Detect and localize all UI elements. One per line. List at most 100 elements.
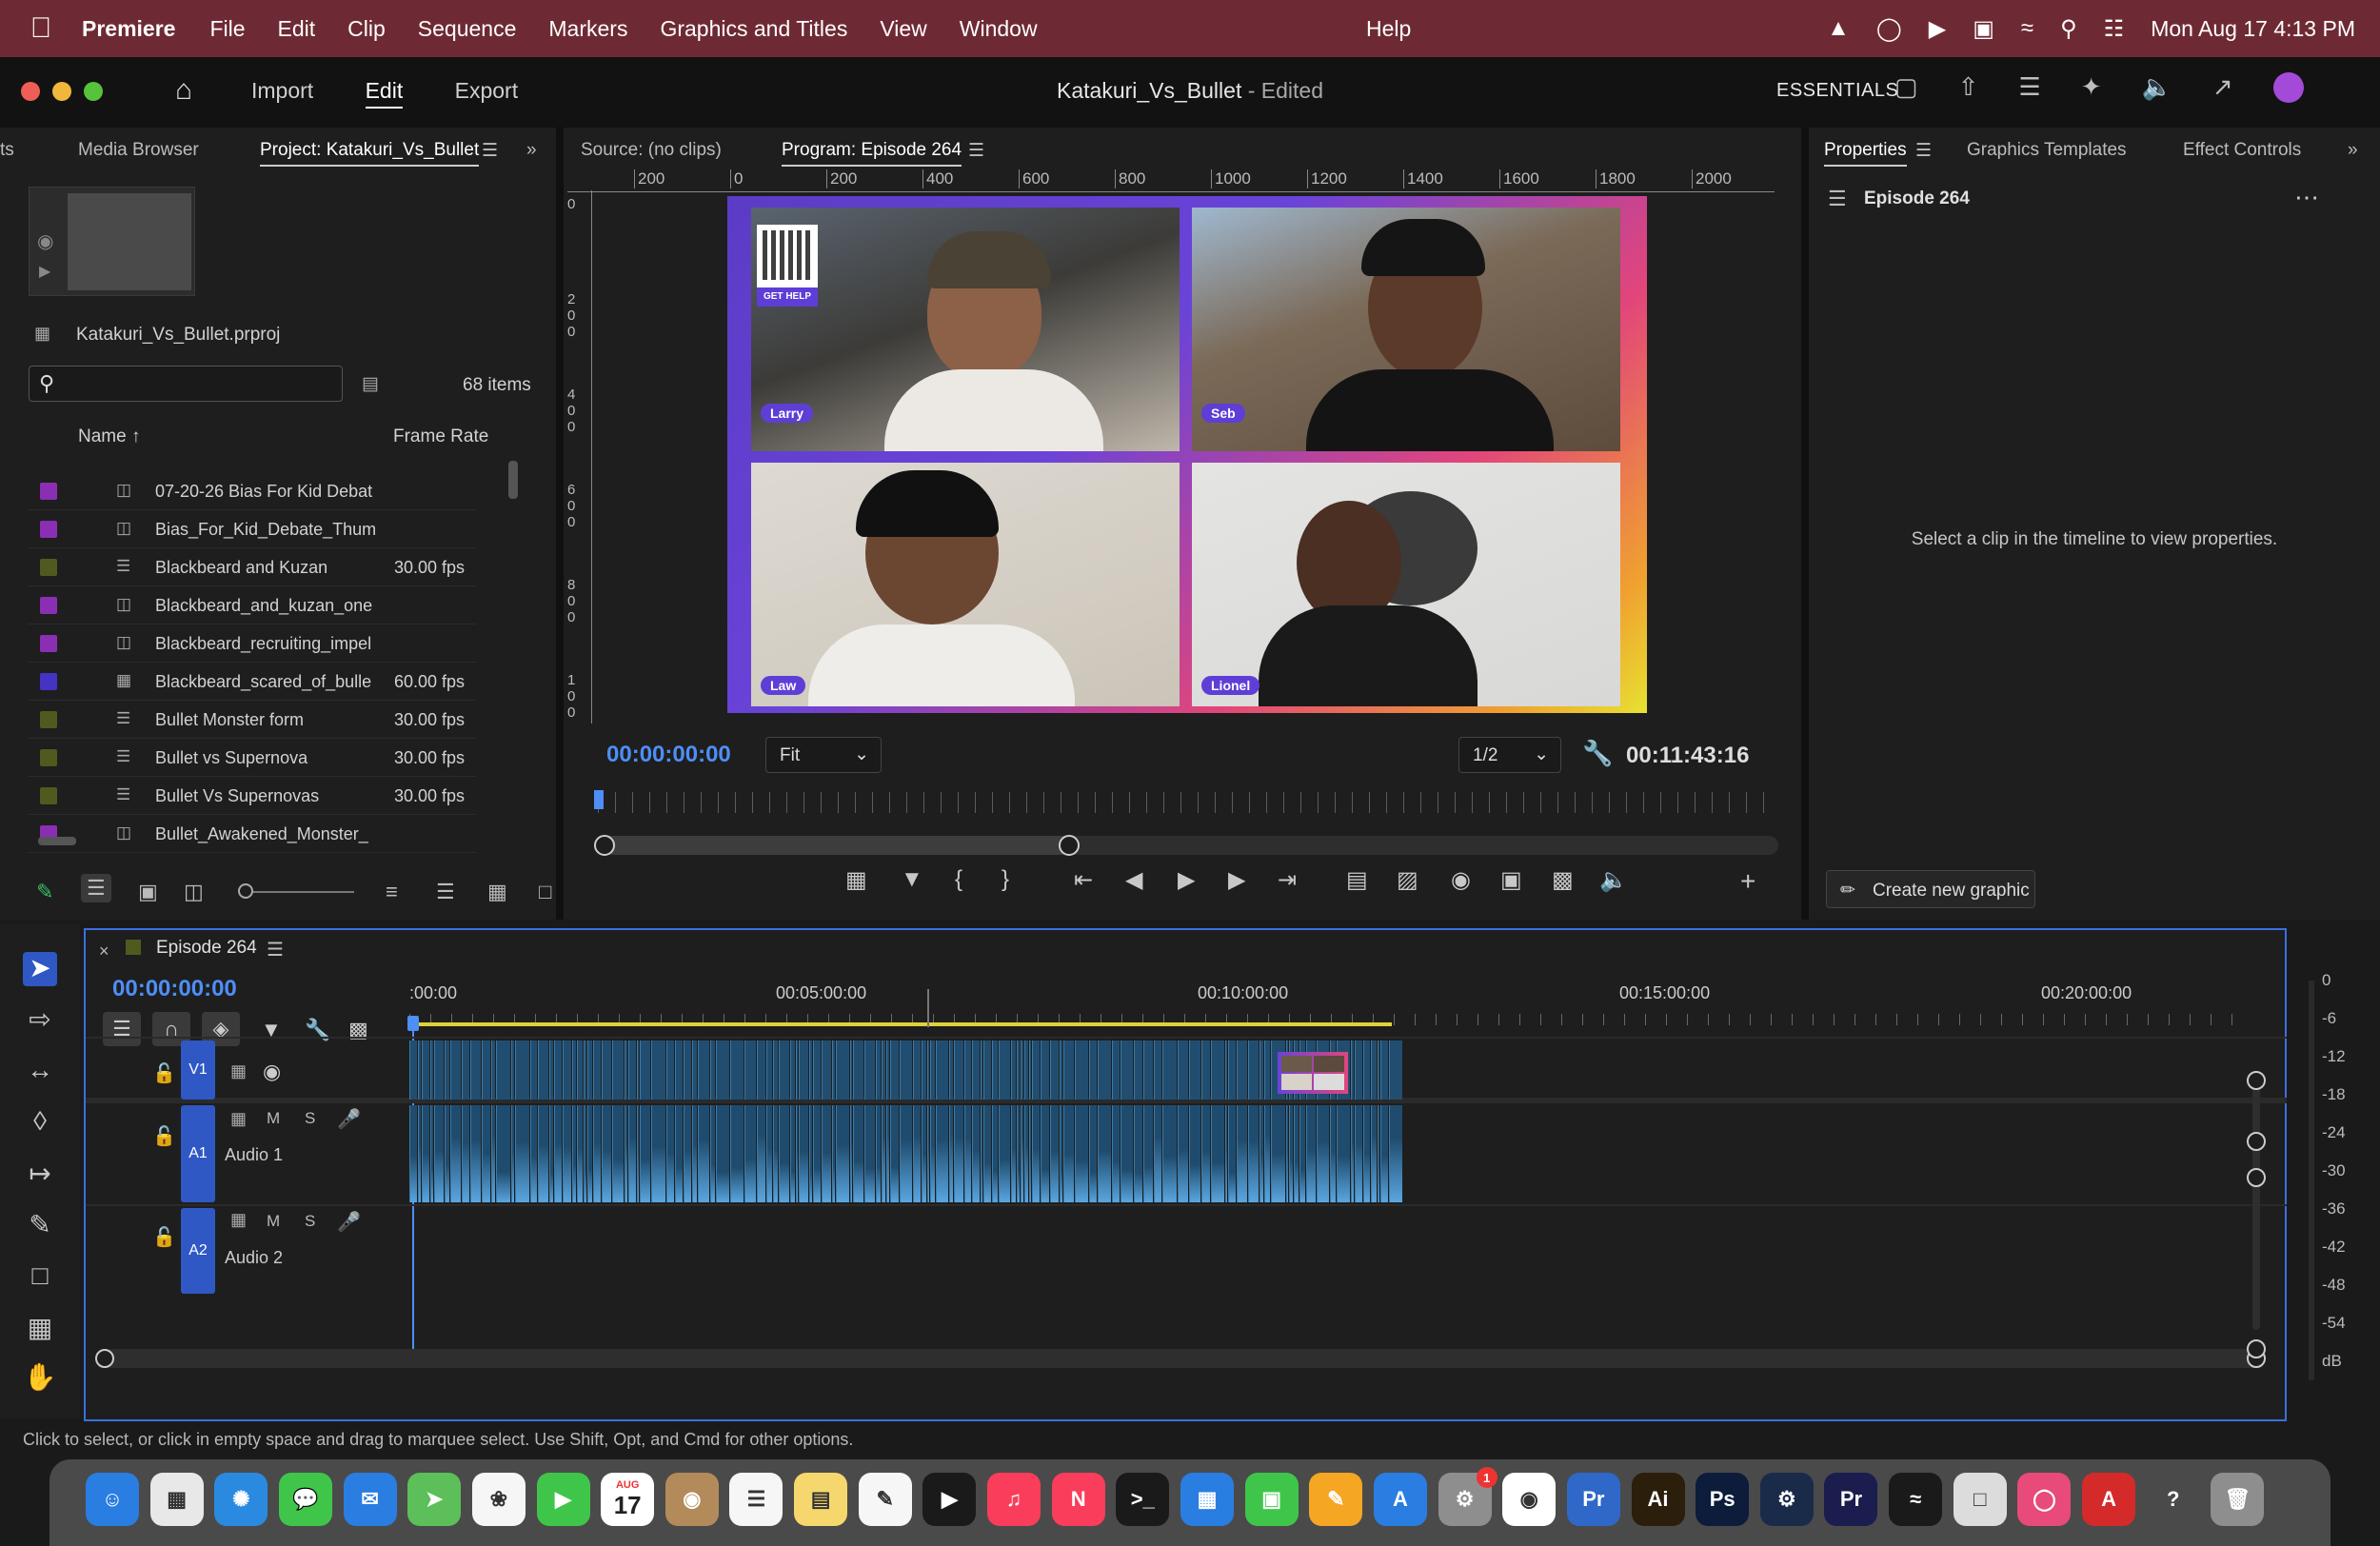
video-clip[interactable] bbox=[538, 1041, 548, 1100]
zoom-handle-right[interactable] bbox=[1059, 835, 1080, 856]
go-to-out-icon[interactable]: ⇥ bbox=[1278, 866, 1297, 894]
audio-clip[interactable] bbox=[1380, 1105, 1388, 1202]
video-clip[interactable] bbox=[530, 1041, 537, 1100]
video-clip[interactable] bbox=[462, 1041, 469, 1100]
audio-clip[interactable] bbox=[1225, 1105, 1227, 1202]
mute-a2-button[interactable]: M bbox=[267, 1212, 280, 1231]
premiere-pro-icon[interactable]: Pr bbox=[1824, 1473, 1878, 1526]
audio-clip[interactable] bbox=[651, 1105, 665, 1202]
monitor-zoom-range[interactable] bbox=[604, 836, 1070, 855]
photoshop-icon[interactable]: Ps bbox=[1696, 1473, 1750, 1526]
audio-clip[interactable] bbox=[637, 1105, 639, 1202]
video-clip[interactable] bbox=[1201, 1041, 1210, 1100]
premiere-rush-icon[interactable]: Pr bbox=[1566, 1473, 1620, 1526]
audio-clip[interactable] bbox=[530, 1105, 537, 1202]
audio-clip[interactable] bbox=[1134, 1105, 1142, 1202]
v1-clip-thumbnail[interactable] bbox=[1278, 1052, 1348, 1094]
video-clip[interactable] bbox=[1011, 1041, 1016, 1100]
menu-graphics[interactable]: Graphics and Titles bbox=[660, 16, 847, 42]
video-clip[interactable] bbox=[593, 1041, 601, 1100]
audio-clip[interactable] bbox=[1237, 1105, 1247, 1202]
properties-menu-icon[interactable]: ☰ bbox=[1915, 140, 1932, 162]
video-clip[interactable] bbox=[927, 1041, 929, 1100]
video-clip[interactable] bbox=[1060, 1041, 1062, 1100]
video-clip[interactable] bbox=[491, 1041, 495, 1100]
audio-clip[interactable] bbox=[684, 1105, 691, 1202]
video-clip[interactable] bbox=[930, 1041, 935, 1100]
audio-clip[interactable] bbox=[538, 1105, 548, 1202]
program-menu-icon[interactable]: ☰ bbox=[968, 140, 984, 162]
audio-clip[interactable] bbox=[1371, 1105, 1377, 1202]
video-clip[interactable] bbox=[716, 1041, 729, 1100]
video-clip[interactable] bbox=[1351, 1041, 1354, 1100]
tab-source[interactable]: Source: (no clips) bbox=[581, 140, 722, 161]
audio-clip[interactable] bbox=[1289, 1105, 1293, 1202]
menu-clip[interactable]: Clip bbox=[347, 16, 386, 42]
audio-clip[interactable] bbox=[949, 1105, 953, 1202]
find-bin-icon[interactable]: ▤ bbox=[362, 373, 379, 395]
new-bin-icon[interactable]: ▦ bbox=[487, 880, 507, 904]
list-item[interactable]: ◫ Bias_For_Kid_Debate_Thum bbox=[29, 510, 476, 548]
video-clip[interactable] bbox=[779, 1041, 789, 1100]
slip-tool-icon[interactable]: ↦ bbox=[23, 1158, 57, 1192]
audio-clip[interactable] bbox=[927, 1105, 929, 1202]
audio-clip[interactable] bbox=[445, 1105, 449, 1202]
video-clip[interactable] bbox=[913, 1041, 921, 1100]
v1-clip-strip[interactable] bbox=[409, 1041, 1402, 1100]
audio-clip[interactable] bbox=[922, 1105, 926, 1202]
audio-clip[interactable] bbox=[983, 1105, 991, 1202]
acrobat-icon[interactable]: A bbox=[2082, 1473, 2136, 1526]
video-clip[interactable] bbox=[790, 1041, 795, 1100]
video-clip[interactable] bbox=[822, 1041, 831, 1100]
nest-icon[interactable]: ☰ bbox=[103, 1012, 141, 1046]
illustrator-icon[interactable]: Ai bbox=[1631, 1473, 1685, 1526]
audio-clip[interactable] bbox=[1050, 1105, 1059, 1202]
menu-help[interactable]: Help bbox=[1366, 16, 1411, 42]
zoom-fit-dropdown[interactable]: Fit ⌄ bbox=[765, 737, 882, 773]
video-clip[interactable] bbox=[1050, 1041, 1059, 1100]
video-clip[interactable] bbox=[773, 1041, 778, 1100]
audio-clip[interactable] bbox=[698, 1105, 709, 1202]
video-clip[interactable] bbox=[796, 1041, 798, 1100]
video-clip[interactable] bbox=[422, 1041, 429, 1100]
vscroll-handle-top[interactable] bbox=[2247, 1071, 2266, 1090]
audio-clip[interactable] bbox=[964, 1105, 971, 1202]
menu-sequence[interactable]: Sequence bbox=[418, 16, 517, 42]
timeline-menu-icon[interactable]: ☰ bbox=[267, 938, 284, 961]
share-icon[interactable]: ⇧ bbox=[1958, 72, 1979, 103]
audio-clip[interactable] bbox=[625, 1105, 627, 1202]
video-clip[interactable] bbox=[1041, 1041, 1049, 1100]
help-icon[interactable]: ? bbox=[2146, 1473, 2200, 1526]
audio-clip[interactable] bbox=[666, 1105, 674, 1202]
audio-clip[interactable] bbox=[999, 1105, 1010, 1202]
chrome-icon[interactable]: ◉ bbox=[1502, 1473, 1557, 1526]
track-select-tool-icon[interactable]: ⇨ bbox=[23, 1003, 57, 1038]
audio-clip[interactable] bbox=[1211, 1105, 1224, 1202]
keynote-icon[interactable]: ▦ bbox=[1180, 1473, 1234, 1526]
audio-clip[interactable] bbox=[1143, 1105, 1153, 1202]
mark-in-icon[interactable]: { bbox=[955, 866, 962, 893]
audio-clip[interactable] bbox=[1201, 1105, 1210, 1202]
new-item-icon[interactable]: □ bbox=[539, 880, 551, 904]
video-clip[interactable] bbox=[698, 1041, 709, 1100]
razor-tool-icon[interactable]: ◊ bbox=[23, 1106, 57, 1140]
audio-clip[interactable] bbox=[1248, 1105, 1259, 1202]
maps-icon[interactable]: ➤ bbox=[407, 1473, 462, 1526]
audio-clip[interactable] bbox=[930, 1105, 935, 1202]
audio-clip[interactable] bbox=[572, 1105, 576, 1202]
audio-clip[interactable] bbox=[900, 1105, 912, 1202]
video-clip[interactable] bbox=[1228, 1041, 1236, 1100]
video-clip[interactable] bbox=[964, 1041, 971, 1100]
audio-clip[interactable] bbox=[766, 1105, 772, 1202]
video-clip[interactable] bbox=[637, 1041, 639, 1100]
audio-clip[interactable] bbox=[1330, 1105, 1336, 1202]
menu-markers[interactable]: Markers bbox=[548, 16, 627, 42]
video-clip[interactable] bbox=[470, 1041, 481, 1100]
activity-monitor-icon[interactable]: ≈ bbox=[1889, 1473, 1943, 1526]
video-clip[interactable] bbox=[445, 1041, 449, 1100]
list-scrollbar[interactable] bbox=[508, 461, 518, 499]
video-clip[interactable] bbox=[1121, 1041, 1133, 1100]
video-clip[interactable] bbox=[625, 1041, 627, 1100]
icon-view-icon[interactable]: ▣ bbox=[138, 880, 158, 904]
video-clip[interactable] bbox=[757, 1041, 765, 1100]
